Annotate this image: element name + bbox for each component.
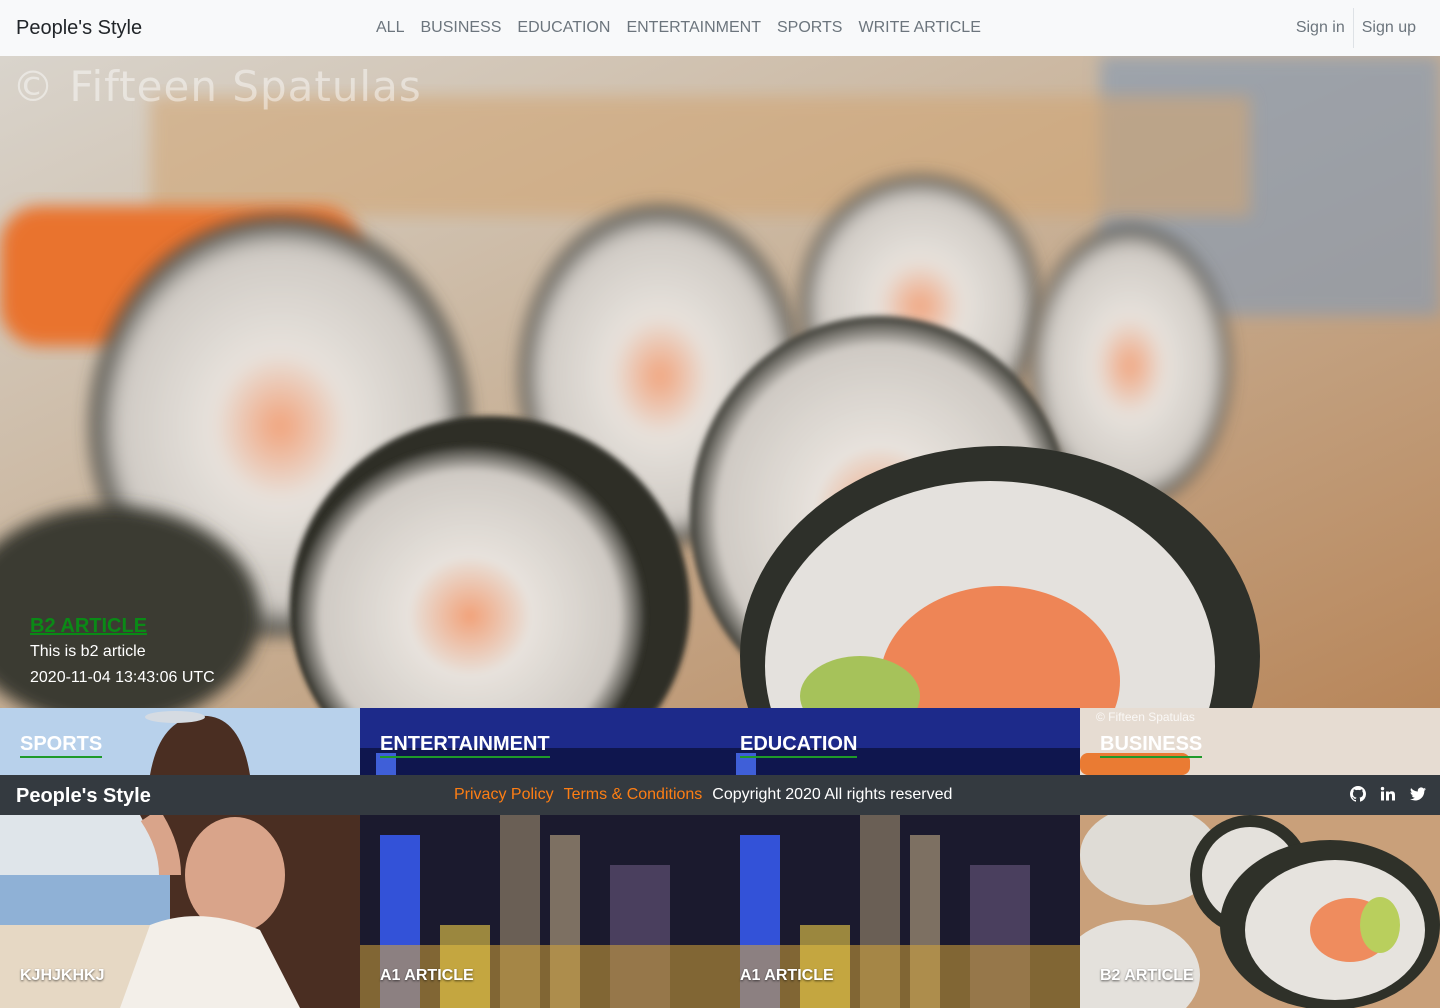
footer-bar: People's Style Privacy Policy Terms & Co…	[0, 775, 1440, 815]
category-title-sports[interactable]: SPORTS	[20, 732, 103, 758]
category-title-education[interactable]: EDUCATION	[740, 732, 858, 758]
social-links	[1350, 786, 1426, 802]
sign-in-link[interactable]: Sign in	[1288, 17, 1353, 39]
article-title-entertainment[interactable]: A1 ARTICLE	[380, 966, 474, 986]
article-title-business[interactable]: B2 ARTICLE	[1100, 966, 1194, 986]
hero-featured-article[interactable]: © Fifteen Spatulas B2 ARTICLE This is b2…	[0, 56, 1440, 708]
github-icon[interactable]	[1350, 786, 1366, 802]
category-title-business[interactable]: BUSINESS	[1100, 732, 1203, 758]
footer-brand[interactable]: People's Style	[16, 784, 151, 808]
navbar: People's Style ALL BUSINESS EDUCATION EN…	[0, 0, 1440, 56]
article-title-education[interactable]: A1 ARTICLE	[740, 966, 834, 986]
article-tile-sports[interactable]: KJHJKHKJ	[0, 815, 360, 1008]
nav-link-business[interactable]: BUSINESS	[412, 17, 509, 39]
hero-category-title[interactable]: B2 ARTICLE	[30, 614, 215, 638]
twitter-icon[interactable]	[1410, 786, 1426, 802]
auth-links: Sign in Sign up	[1288, 8, 1424, 48]
nav-link-entertainment[interactable]: ENTERTAINMENT	[618, 17, 769, 39]
article-tile-entertainment[interactable]: A1 ARTICLE	[360, 815, 720, 1008]
hero-caption: B2 ARTICLE This is b2 article 2020-11-04…	[30, 614, 215, 690]
nav-link-education[interactable]: EDUCATION	[509, 17, 618, 39]
hero-date: 2020-11-04 13:43:06 UTC	[30, 669, 215, 686]
sign-up-link[interactable]: Sign up	[1354, 17, 1424, 39]
article-tile-education[interactable]: A1 ARTICLE	[720, 815, 1080, 1008]
nav-link-write-article[interactable]: WRITE ARTICLE	[850, 17, 988, 39]
category-tile-entertainment[interactable]: ENTERTAINMENT	[360, 708, 720, 775]
category-tile-sports[interactable]: SPORTS	[0, 708, 360, 775]
hero-description: This is b2 article	[30, 643, 146, 660]
article-tile-business[interactable]: B2 ARTICLE	[1080, 815, 1440, 1008]
business-watermark: © Fifteen Spatulas	[1096, 710, 1195, 724]
hero-sushi-image	[0, 56, 1440, 708]
category-tile-business[interactable]: © Fifteen Spatulas BUSINESS	[1080, 708, 1440, 775]
category-title-entertainment[interactable]: ENTERTAINMENT	[380, 732, 550, 758]
article-title-sports[interactable]: KJHJKHKJ	[20, 966, 104, 986]
linkedin-icon[interactable]	[1380, 786, 1396, 802]
brand-link[interactable]: People's Style	[16, 16, 142, 40]
category-tile-education[interactable]: EDUCATION	[720, 708, 1080, 775]
nav-link-all[interactable]: ALL	[368, 17, 412, 39]
nav-link-sports[interactable]: SPORTS	[769, 17, 851, 39]
hero-watermark: © Fifteen Spatulas	[12, 62, 422, 111]
privacy-policy-link[interactable]: Privacy Policy	[454, 785, 554, 805]
nav-links: ALL BUSINESS EDUCATION ENTERTAINMENT SPO…	[368, 17, 989, 39]
copyright-text: Copyright 2020 All rights reserved	[712, 786, 953, 803]
terms-link[interactable]: Terms & Conditions	[564, 785, 703, 805]
footer-links: Privacy Policy Terms & Conditions Copyri…	[454, 785, 952, 805]
